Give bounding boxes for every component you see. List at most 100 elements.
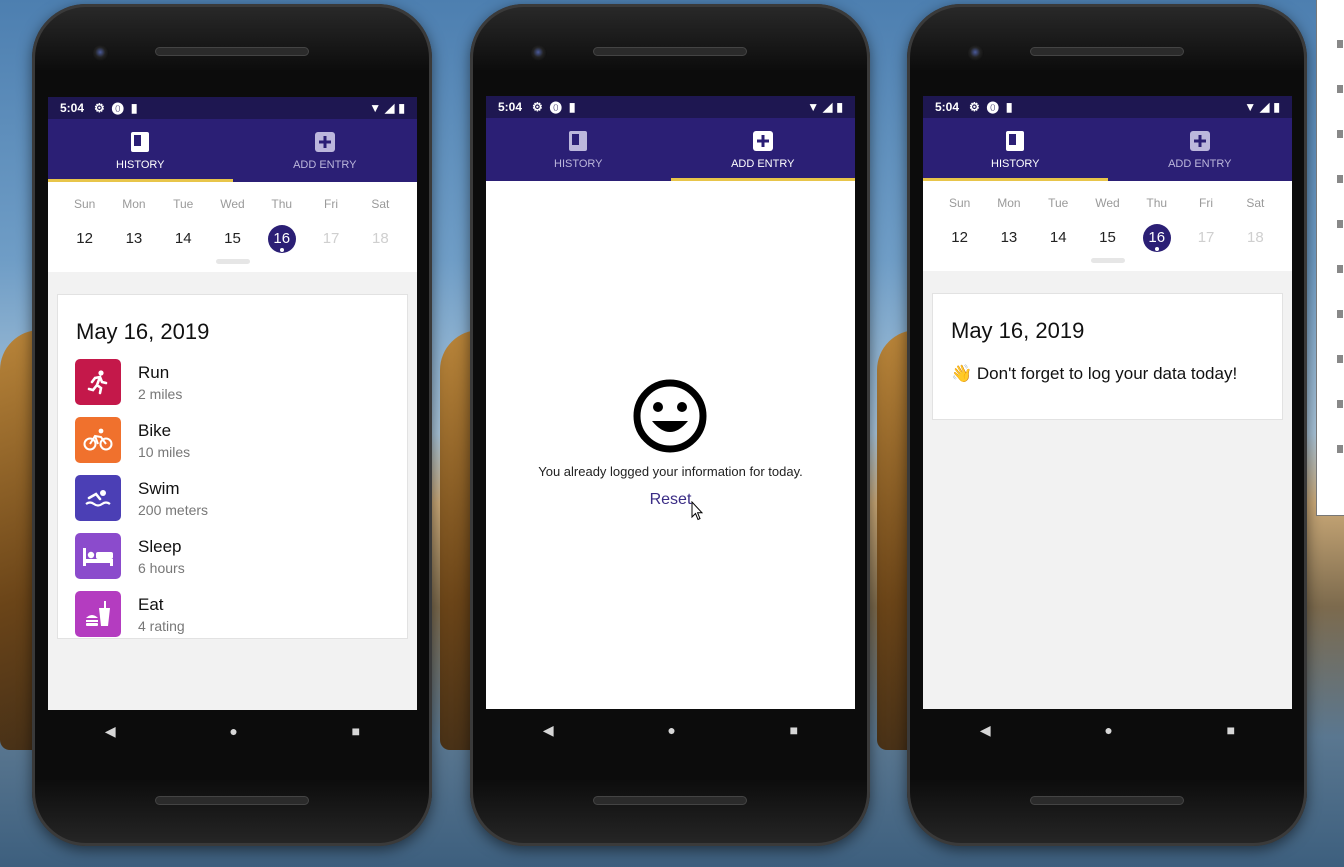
day-label: Tue xyxy=(173,197,194,211)
wifi-icon: ▼ xyxy=(807,100,820,114)
day-label: Sun xyxy=(73,197,96,211)
tab-add-entry[interactable]: ADD ENTRY xyxy=(1108,118,1293,181)
tab-history[interactable]: HISTORY xyxy=(486,118,671,181)
battery-icon: ▮ xyxy=(398,101,405,115)
entry-value: 2 miles xyxy=(138,385,183,402)
calendar-date[interactable]: 12 xyxy=(60,224,109,254)
day-label: Fri xyxy=(324,197,339,211)
front-camera xyxy=(968,45,984,61)
tab-history-label: HISTORY xyxy=(116,158,165,171)
entry-name: Eat xyxy=(138,594,164,614)
phone-screen: 5:04 ⚙ ⓿ ▮ ▼ ◢ ▮ HISTORY ADD ENTRY xyxy=(923,96,1292,709)
tab-history-label: HISTORY xyxy=(554,157,603,170)
calendar-drag-handle[interactable] xyxy=(215,259,250,264)
swim-icon xyxy=(75,475,121,521)
day-label: Wed xyxy=(1095,196,1120,210)
back-icon[interactable]: ◀ xyxy=(105,723,116,740)
mouse-cursor-icon xyxy=(691,501,703,521)
sd-card-icon: ▮ xyxy=(568,100,576,114)
day-label: Tue xyxy=(1048,196,1069,210)
settings-icon: ⚙ xyxy=(532,100,543,114)
reset-button[interactable]: Reset xyxy=(486,491,855,509)
calendar-date-selected[interactable]: 16 xyxy=(257,224,306,254)
calendar-date-disabled: 18 xyxy=(1246,229,1264,246)
status-time: 5:04 xyxy=(935,100,960,114)
book-icon xyxy=(569,130,588,151)
book-icon xyxy=(131,131,150,152)
settings-icon: ⚙ xyxy=(94,101,105,115)
recents-icon[interactable]: ■ xyxy=(1227,722,1235,738)
list-item: Run 2 miles xyxy=(75,359,407,405)
recents-icon[interactable]: ■ xyxy=(790,722,798,738)
bottom-speaker xyxy=(1030,796,1184,805)
calendar-date-disabled: 17 xyxy=(322,230,340,247)
home-icon[interactable]: ● xyxy=(667,722,675,738)
day-label: Mon xyxy=(122,197,146,211)
calendar-date[interactable]: 14 xyxy=(159,224,208,254)
entry-name: Run xyxy=(138,362,170,382)
home-icon[interactable]: ● xyxy=(229,723,237,739)
back-icon[interactable]: ◀ xyxy=(980,722,991,739)
plus-box-icon xyxy=(314,131,335,152)
entry-name: Swim xyxy=(138,478,180,498)
list-item: Swim 200 meters xyxy=(75,475,407,521)
top-speaker xyxy=(155,47,309,56)
entry-value: 6 hours xyxy=(138,559,185,576)
log-reminder-message: 👋 Don't forget to log your data today! xyxy=(951,364,1238,383)
day-label: Sat xyxy=(1246,196,1265,210)
already-logged-panel: You already logged your information for … xyxy=(486,181,855,709)
tab-add-entry[interactable]: ADD ENTRY xyxy=(670,118,856,181)
week-calendar: Sun Mon Tue Wed Thu Fri Sat 12 13 14 15 … xyxy=(48,182,417,272)
android-nav-bar: ◀ ● ■ xyxy=(48,717,417,745)
day-label: Thu xyxy=(271,197,293,211)
signal-icon: ◢ xyxy=(823,100,833,114)
book-icon xyxy=(1006,130,1025,151)
calendar-date[interactable]: 15 xyxy=(1083,223,1132,253)
week-calendar: Sun Mon Tue Wed Thu Fri Sat 12 13 14 15 … xyxy=(923,181,1292,271)
status-time: 5:04 xyxy=(498,100,523,114)
entry-value: 4 rating xyxy=(138,617,185,634)
phone-screen: 5:04 ⚙ ⓿ ▮ ▼ ◢ ▮ HISTORY ADD ENTRY xyxy=(486,96,855,709)
back-icon[interactable]: ◀ xyxy=(543,722,554,739)
calendar-date[interactable]: 12 xyxy=(935,223,984,253)
list-item: Eat 4 rating xyxy=(75,591,407,637)
tab-bar: HISTORY ADD ENTRY xyxy=(923,118,1292,181)
tab-add-entry-label: ADD ENTRY xyxy=(293,158,357,171)
android-nav-bar: ◀ ● ■ xyxy=(486,716,855,744)
settings-icon: ⚙ xyxy=(969,100,980,114)
emulator-side-toolbar[interactable] xyxy=(1316,0,1344,516)
list-item: Sleep 6 hours xyxy=(75,533,407,579)
tab-history-label: HISTORY xyxy=(991,157,1040,170)
phone-add-entry: 5:04 ⚙ ⓿ ▮ ▼ ◢ ▮ HISTORY ADD ENTRY You a… xyxy=(470,4,870,846)
bike-icon xyxy=(75,417,121,463)
sd-card-icon: ▮ xyxy=(1005,100,1013,114)
status-bar: 5:04 ⚙ ⓿ ▮ ▼ ◢ ▮ xyxy=(48,97,417,119)
tab-bar: HISTORY ADD ENTRY xyxy=(486,118,855,181)
tab-add-entry-label: ADD ENTRY xyxy=(731,157,795,170)
wifi-icon: ▼ xyxy=(369,101,382,115)
sd-card-icon: ▮ xyxy=(130,101,138,115)
plus-box-icon xyxy=(752,130,773,151)
calendar-date[interactable]: 13 xyxy=(109,224,158,254)
home-icon[interactable]: ● xyxy=(1104,722,1112,738)
top-speaker xyxy=(593,47,747,56)
tab-history[interactable]: HISTORY xyxy=(923,118,1108,181)
calendar-date[interactable]: 15 xyxy=(208,224,257,254)
toolbar-buttons[interactable] xyxy=(1337,40,1343,470)
battery-icon: ▮ xyxy=(1273,100,1280,114)
entry-name: Sleep xyxy=(138,536,182,556)
tab-add-entry-label: ADD ENTRY xyxy=(1168,157,1232,170)
calendar-date-selected[interactable]: 16 xyxy=(1132,223,1181,253)
tab-add-entry[interactable]: ADD ENTRY xyxy=(233,119,418,182)
calendar-date[interactable]: 14 xyxy=(1034,223,1083,253)
run-icon xyxy=(75,359,121,405)
card-date-title: May 16, 2019 xyxy=(951,318,1085,343)
recents-icon[interactable]: ■ xyxy=(352,723,360,739)
calendar-date-disabled: 18 xyxy=(371,230,389,247)
calendar-drag-handle[interactable] xyxy=(1090,258,1125,263)
bottom-speaker xyxy=(593,796,747,805)
tab-history[interactable]: HISTORY xyxy=(48,119,233,182)
front-camera xyxy=(93,45,109,61)
day-label: Fri xyxy=(1199,196,1214,210)
calendar-date[interactable]: 13 xyxy=(984,223,1033,253)
